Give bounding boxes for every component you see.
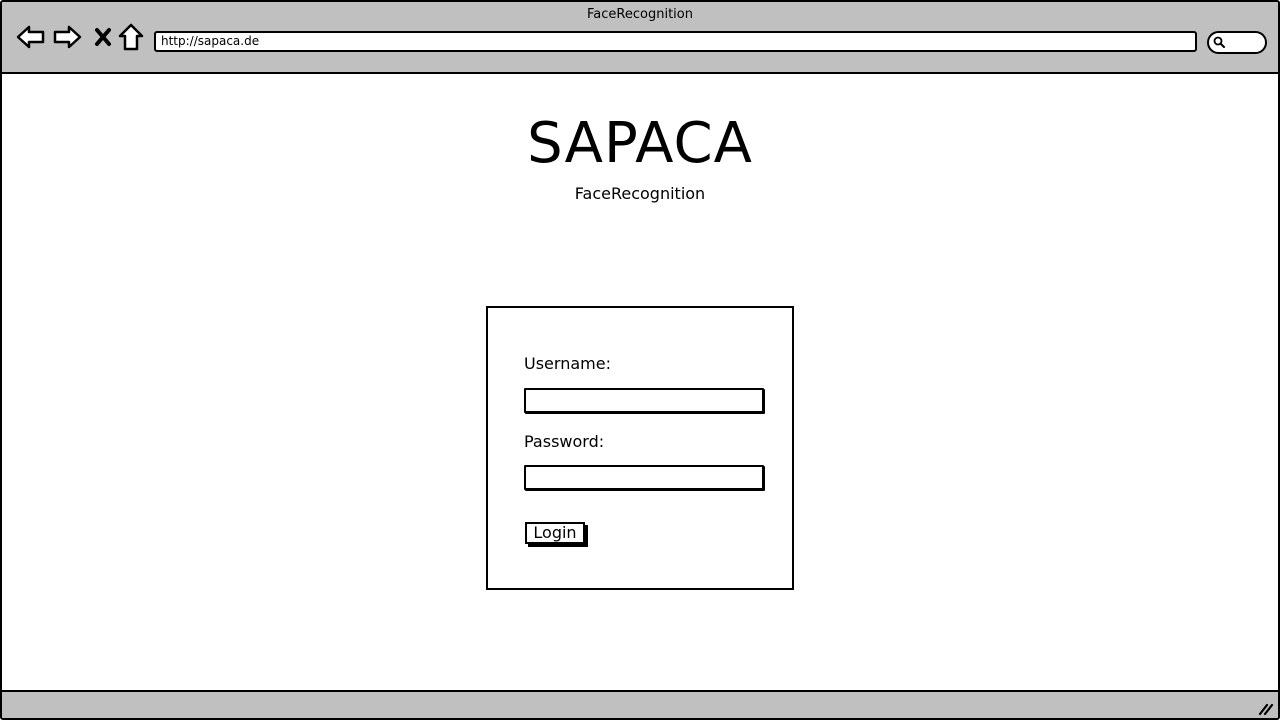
- forward-arrow-icon: [53, 25, 82, 49]
- stop-button[interactable]: [88, 22, 118, 52]
- status-bar: [2, 690, 1278, 718]
- resize-grip-icon[interactable]: [1258, 702, 1274, 716]
- home-button[interactable]: [116, 22, 146, 52]
- page-subtitle: FaceRecognition: [574, 184, 706, 203]
- home-icon: [118, 23, 144, 51]
- close-icon: [95, 28, 111, 46]
- search-icon: [1213, 36, 1225, 48]
- browser-chrome: FaceRecognition http://sapaca.de: [2, 2, 1278, 74]
- page-title: SAPACA: [527, 111, 753, 176]
- login-button[interactable]: Login: [525, 522, 585, 544]
- address-bar[interactable]: http://sapaca.de: [154, 31, 1197, 52]
- username-label: Username:: [524, 354, 611, 373]
- forward-button[interactable]: [52, 22, 82, 52]
- back-button[interactable]: [16, 22, 46, 52]
- search-input[interactable]: [1207, 31, 1267, 54]
- username-field[interactable]: [524, 388, 764, 413]
- browser-window: FaceRecognition http://sapaca.de SAPACA …: [0, 0, 1280, 720]
- login-panel: Username: Password: Login: [486, 306, 794, 590]
- back-arrow-icon: [16, 25, 45, 49]
- password-field[interactable]: [524, 465, 764, 490]
- password-label: Password:: [524, 432, 605, 451]
- page-content: SAPACA FaceRecognition Username: Passwor…: [2, 74, 1278, 690]
- window-title: FaceRecognition: [587, 7, 693, 22]
